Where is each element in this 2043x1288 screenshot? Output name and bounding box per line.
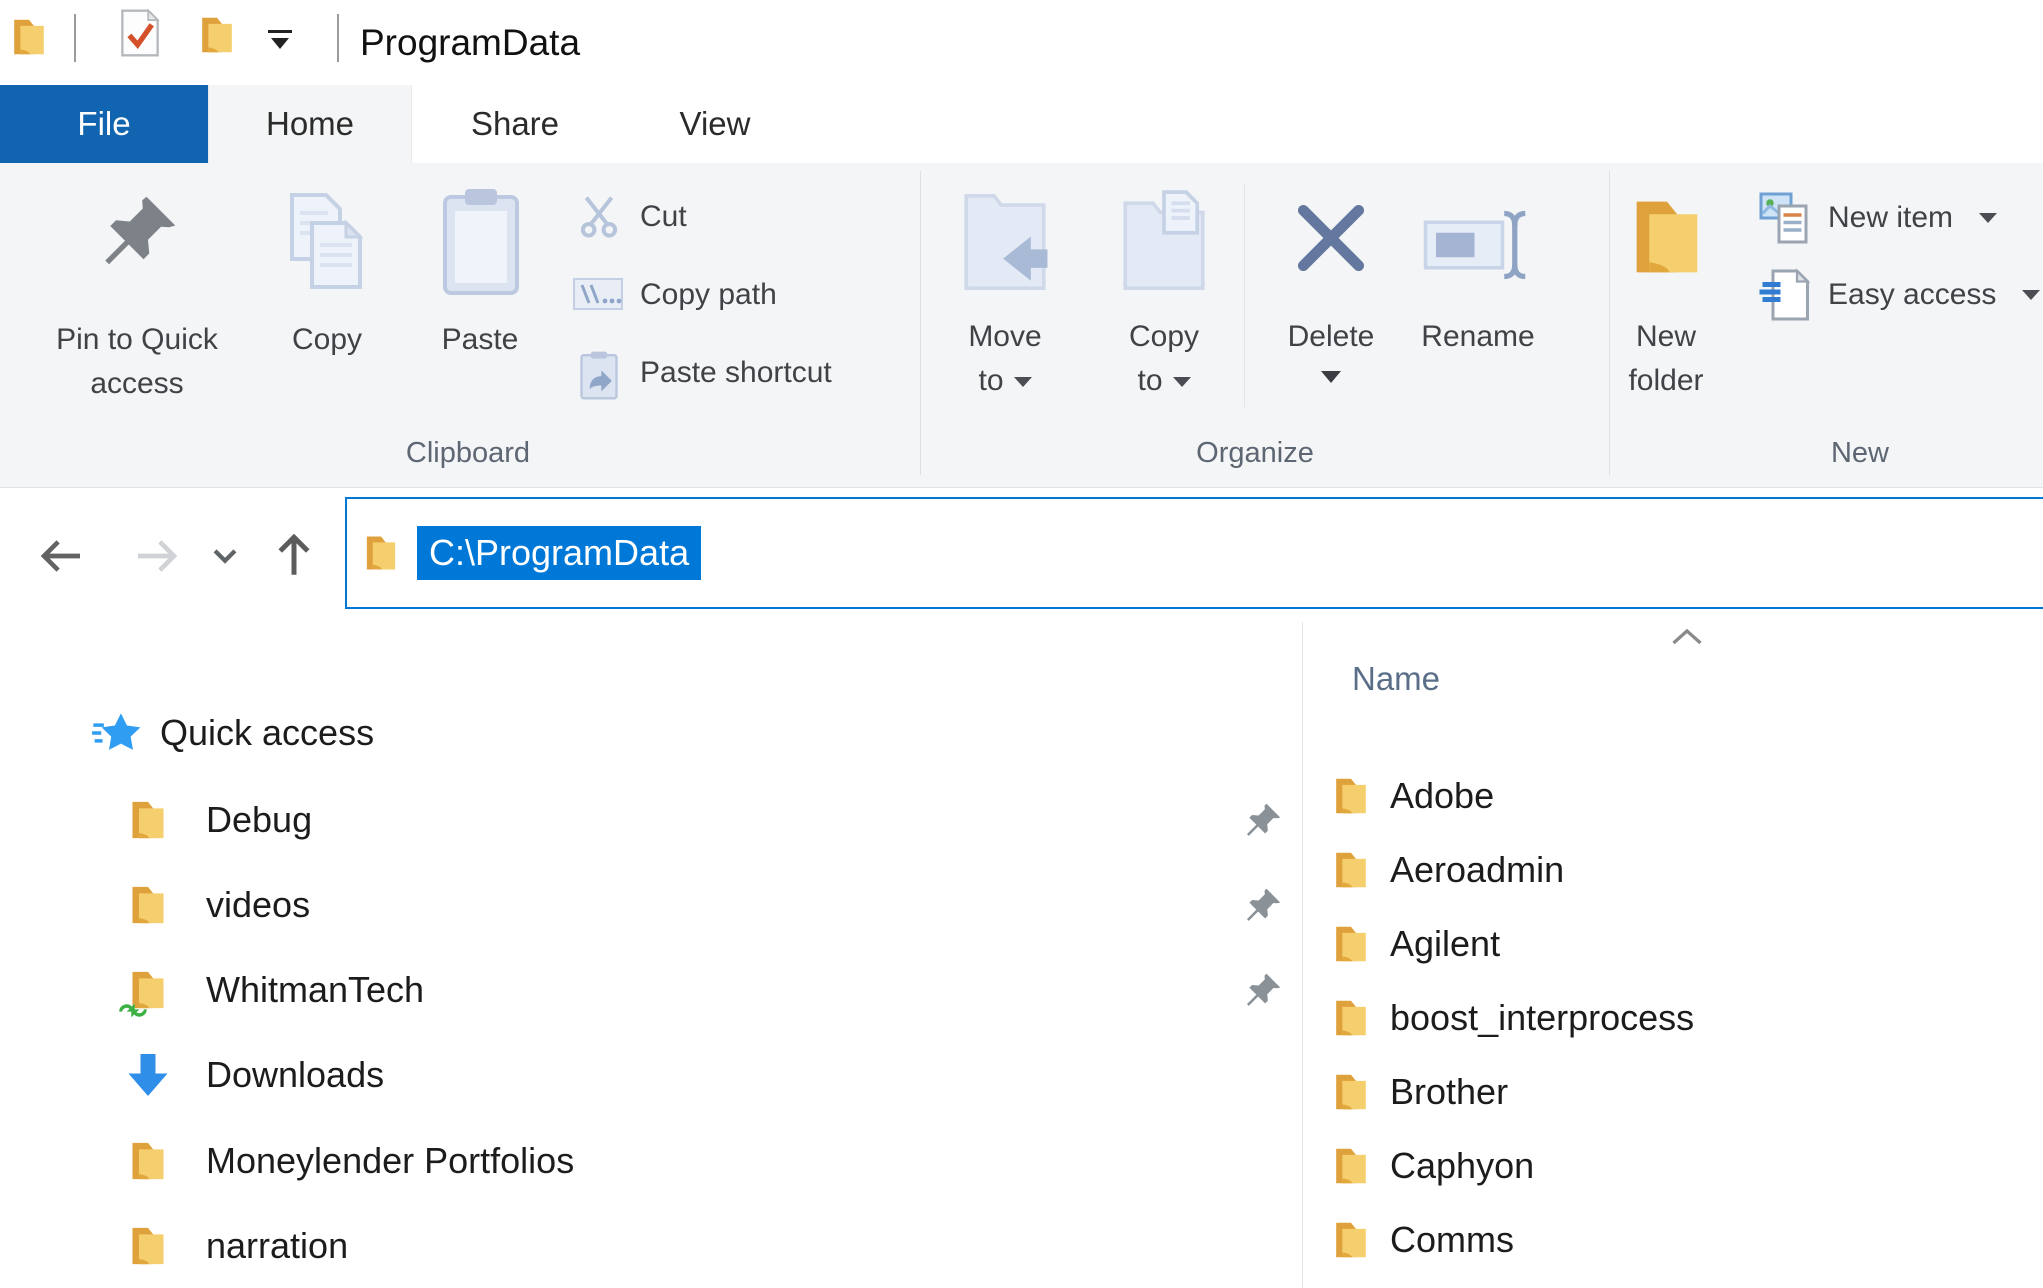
file-explorer-window: ProgramData File Home Share View Pin to … (0, 0, 2043, 1288)
folder-icon (126, 1139, 170, 1183)
paste-shortcut-button[interactable]: Paste shortcut (640, 353, 832, 393)
address-path-selected-text: C:\ProgramData (417, 526, 702, 580)
file-row-boost-interprocess[interactable]: boost_interprocess (1330, 987, 2030, 1049)
file-row-agilent[interactable]: Agilent (1330, 913, 2030, 975)
cut-button[interactable]: Cut (640, 197, 687, 237)
sidebar-section-label: Quick access (160, 712, 375, 753)
address-folder-icon (361, 533, 401, 573)
navigation-bar: C:\ProgramData (0, 488, 2043, 618)
file-row-caphyon[interactable]: Caphyon (1330, 1135, 2030, 1197)
back-icon[interactable] (40, 538, 84, 574)
paste-button[interactable]: Paste (370, 318, 590, 362)
paste-shortcut-icon[interactable] (578, 349, 620, 401)
new-folder-qat-icon[interactable] (196, 14, 238, 56)
recent-locations-chevron-icon[interactable] (212, 548, 238, 565)
copy-icon[interactable] (280, 189, 376, 301)
dropdown-caret-icon (1013, 377, 1032, 388)
qat-separator (74, 14, 76, 62)
ribbon-tab-strip: File Home Share View (0, 85, 2043, 163)
folder-icon (1330, 849, 1372, 891)
easy-access-button[interactable]: Easy access (1758, 266, 2041, 324)
new-item-icon (1759, 192, 1808, 244)
copy-to-icon[interactable] (1116, 187, 1212, 297)
quick-access-star-icon (92, 712, 142, 754)
folder-icon (1330, 1145, 1372, 1187)
sidebar-item-debug[interactable]: Debug (0, 787, 1290, 853)
title-bar: ProgramData (0, 0, 2043, 85)
rename-icon[interactable] (1422, 199, 1534, 291)
up-icon[interactable] (274, 532, 314, 580)
title-separator (337, 14, 339, 62)
move-to-icon[interactable] (957, 187, 1053, 297)
folder-icon (1330, 923, 1372, 965)
sync-overlay-icon (118, 1001, 148, 1020)
group-label-organize: Organize (1196, 437, 1314, 469)
pin-to-quick-access-button[interactable]: Pin to Quick access (27, 318, 247, 406)
address-bar-input[interactable]: C:\ProgramData (345, 497, 2043, 609)
file-row-comms[interactable]: Comms (1330, 1209, 2030, 1271)
properties-check-document-icon[interactable] (120, 8, 160, 58)
dropdown-caret-icon (1979, 213, 1998, 223)
pinned-icon (1244, 887, 1282, 925)
folder-icon (1330, 775, 1372, 817)
folder-icon (1330, 1219, 1372, 1261)
file-row-adobe[interactable]: Adobe (1330, 765, 2030, 827)
sort-ascending-chevron-icon (1672, 628, 1702, 645)
tab-file[interactable]: File (0, 85, 208, 163)
window-title: ProgramData (360, 22, 581, 63)
sidebar-item-moneylender-portfolios[interactable]: Moneylender Portfolios (0, 1128, 1290, 1194)
pinned-icon (1244, 802, 1282, 840)
dropdown-caret-icon (1172, 377, 1191, 388)
paste-icon[interactable] (437, 185, 525, 301)
pin-to-quick-access-icon[interactable] (99, 193, 179, 273)
downloads-arrow-icon (124, 1051, 172, 1099)
tab-view[interactable]: View (620, 85, 810, 163)
ribbon-cluster-separator (1244, 183, 1245, 407)
folder-icon (126, 883, 170, 927)
folder-icon (1330, 1071, 1372, 1113)
tab-share[interactable]: Share (410, 85, 620, 163)
ribbon-home: Pin to Quick access Copy Paste Cut Copy … (0, 163, 2043, 488)
pinned-icon (1244, 972, 1282, 1010)
file-row-aeroadmin[interactable]: Aeroadmin (1330, 839, 2030, 901)
copy-path-button[interactable]: Copy path (640, 275, 777, 315)
sidebar-item-whitmantech[interactable]: WhitmanTech (0, 957, 1290, 1023)
group-label-clipboard: Clipboard (405, 437, 531, 469)
sidebar-item-videos[interactable]: videos (0, 872, 1290, 938)
file-row-brother[interactable]: Brother (1330, 1061, 2030, 1123)
tab-home[interactable]: Home (208, 85, 412, 163)
easy-access-icon (1759, 268, 1811, 321)
customize-toolbar-dropdown-icon[interactable] (268, 30, 294, 52)
folder-icon (126, 1224, 170, 1268)
group-label-new: New (1830, 437, 1889, 469)
sidebar-item-downloads[interactable]: Downloads (0, 1042, 1290, 1108)
folder-icon (1330, 997, 1372, 1039)
copy-path-icon[interactable] (572, 277, 624, 311)
dropdown-caret-icon (1321, 371, 1341, 383)
new-folder-icon[interactable] (1624, 187, 1710, 287)
pane-separator (1302, 622, 1303, 1288)
new-folder-button[interactable]: New folder (1556, 315, 1776, 403)
dropdown-caret-icon (2022, 290, 2041, 300)
folder-icon (126, 798, 170, 842)
column-header-name[interactable]: Name (1352, 660, 1440, 698)
sidebar-item-narration[interactable]: narration (0, 1213, 1290, 1279)
rename-button[interactable]: Rename (1368, 315, 1588, 359)
window-folder-icon (8, 16, 50, 58)
delete-icon[interactable] (1288, 195, 1374, 281)
sidebar-item-quick-access[interactable]: Quick access (0, 700, 1290, 766)
new-item-button[interactable]: New item (1758, 189, 1998, 247)
cut-icon[interactable] (576, 193, 622, 239)
forward-icon[interactable] (134, 538, 178, 574)
